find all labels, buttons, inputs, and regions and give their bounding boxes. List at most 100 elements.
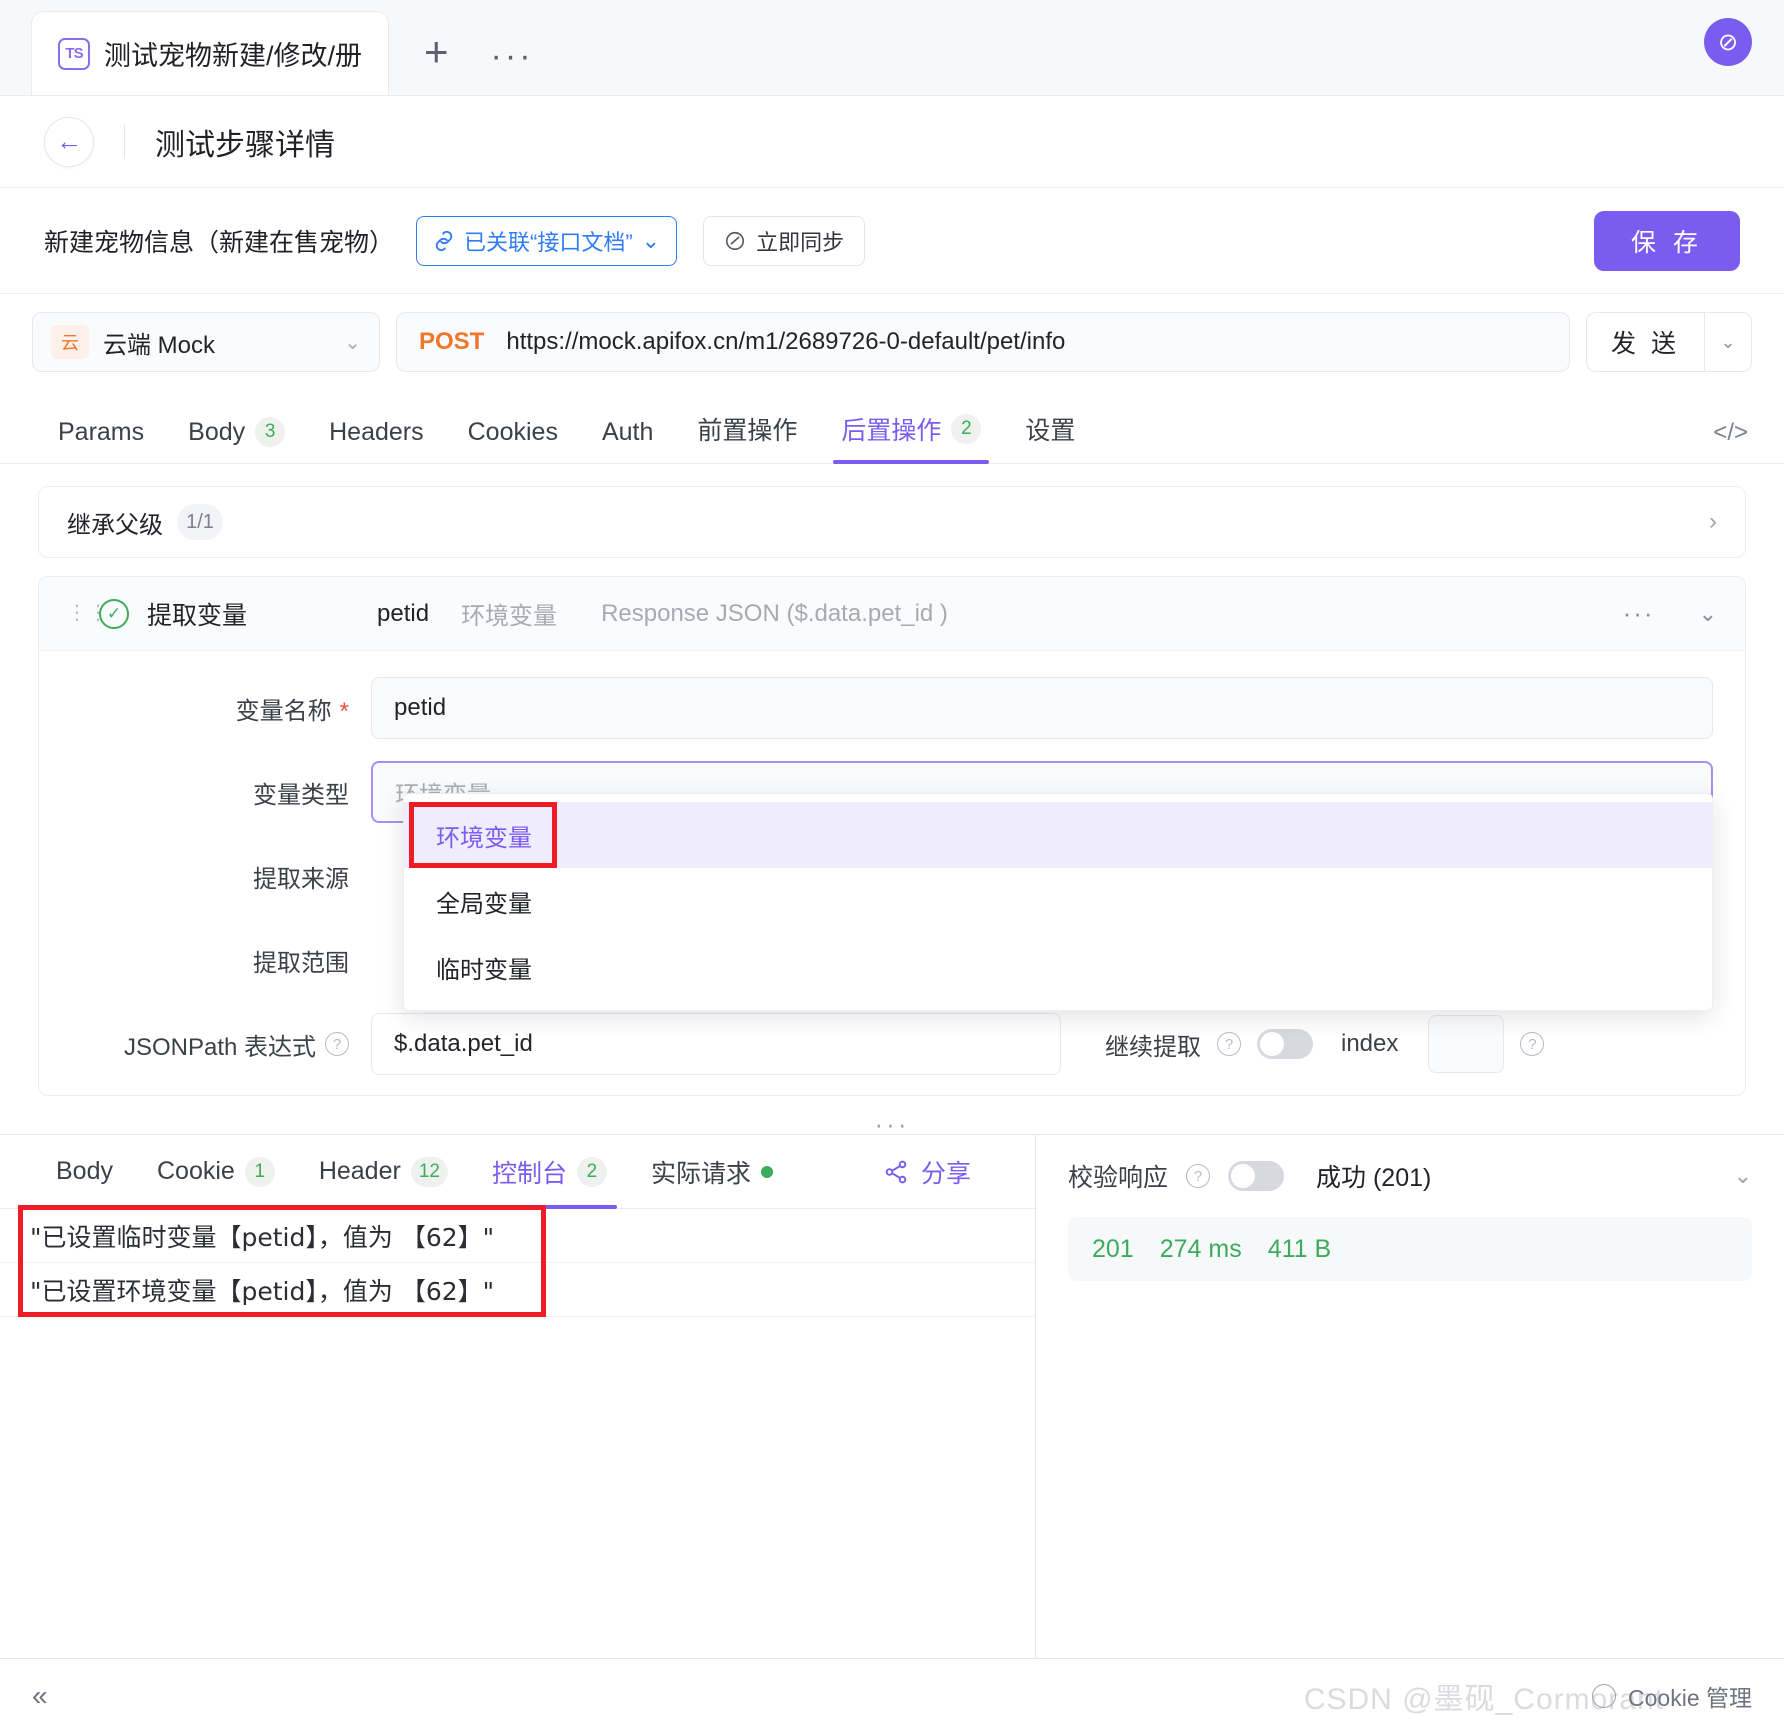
tab-params-label: Params — [58, 418, 144, 447]
back-arrow-icon[interactable]: ← — [44, 117, 94, 167]
page-header: ← 测试步骤详情 — [0, 96, 1784, 188]
help-icon[interactable]: ? — [1186, 1164, 1210, 1188]
panel-resize-handle[interactable]: ··· — [875, 1119, 910, 1129]
status-bar: « CSDN @墨砚_Cormorant Cookie 管理 — [0, 1658, 1784, 1732]
save-button[interactable]: 保 存 — [1594, 211, 1740, 271]
response-tab-body[interactable]: Body — [34, 1135, 135, 1209]
cookie-icon — [1592, 1684, 1616, 1708]
collapse-chevron-icon[interactable]: ⌄ — [1699, 601, 1717, 627]
drag-handle-icon[interactable]: ⋮⋮ — [67, 609, 81, 618]
continue-extract-label: 继续提取 — [1105, 1027, 1201, 1062]
jsonpath-label-wrap: JSONPath 表达式 ? — [71, 1027, 371, 1062]
inherit-parent-row[interactable]: 继承父级 1/1 › — [38, 486, 1746, 558]
response-tab-cookie-label: Cookie — [157, 1157, 235, 1186]
chevron-down-icon: ⌄ — [344, 330, 361, 355]
index-input[interactable] — [1428, 1015, 1504, 1073]
http-method: POST — [419, 328, 484, 356]
chevron-down-icon[interactable]: ⌄ — [1734, 1163, 1752, 1189]
new-tab-icon[interactable]: + — [424, 31, 449, 73]
response-tab-header-badge: 12 — [411, 1157, 448, 1187]
request-tab-bar: Params Body 3 Headers Cookies Auth 前置操作 … — [0, 390, 1784, 464]
extract-variable-card: ⋮⋮ ✓ 提取变量 petid 环境变量 Response JSON ($.da… — [38, 576, 1746, 1096]
response-tab-console[interactable]: 控制台 2 — [470, 1135, 629, 1209]
verify-response-toggle[interactable] — [1228, 1161, 1284, 1191]
test-scenario-icon: TS — [58, 38, 90, 70]
tab-post-operation[interactable]: 后置操作 2 — [819, 411, 1003, 463]
response-panel: ··· Body Cookie 1 Header 12 控制台 2 — [0, 1134, 1784, 1658]
jsonpath-label: JSONPath 表达式 — [124, 1027, 316, 1062]
extract-variable-name-summary: petid — [377, 600, 429, 628]
tab-settings[interactable]: 设置 — [1003, 411, 1097, 463]
environment-select[interactable]: 云 云端 Mock ⌄ — [32, 312, 380, 372]
response-tab-cookie[interactable]: Cookie 1 — [135, 1135, 297, 1209]
tab-cookies[interactable]: Cookies — [446, 418, 580, 463]
tab-body-badge: 3 — [255, 417, 285, 447]
response-tab-actual-request[interactable]: 实际请求 — [629, 1135, 795, 1209]
enabled-check-icon[interactable]: ✓ — [99, 599, 129, 629]
tab-params[interactable]: Params — [36, 418, 166, 463]
help-icon[interactable]: ? — [325, 1032, 349, 1056]
sync-icon — [724, 230, 746, 252]
cookie-manager-button[interactable]: Cookie 管理 — [1592, 1679, 1752, 1713]
tab-auth[interactable]: Auth — [580, 418, 675, 463]
index-label: index — [1341, 1030, 1398, 1058]
linked-doc-chip[interactable]: 已关联“接口文档” ⌄ — [416, 216, 677, 266]
sync-now-button[interactable]: 立即同步 — [703, 216, 865, 266]
help-icon[interactable]: ? — [1217, 1032, 1241, 1056]
code-view-icon[interactable]: </> — [1713, 419, 1748, 447]
variable-type-dropdown[interactable]: 环境变量 全局变量 临时变量 — [403, 793, 1713, 1011]
dropdown-option-environment-label: 环境变量 — [436, 818, 532, 853]
tab-body[interactable]: Body 3 — [166, 417, 307, 463]
avatar[interactable]: ⊘ — [1704, 18, 1752, 66]
response-tab-body-label: Body — [56, 1157, 113, 1186]
console-line: "已设置环境变量【petid】，值为 【62】" — [0, 1263, 1035, 1317]
tab-pre-operation-label: 前置操作 — [697, 411, 797, 447]
send-button[interactable]: 发 送 — [1586, 312, 1704, 372]
share-button[interactable]: 分享 — [883, 1154, 1001, 1190]
variable-name-value: petid — [394, 694, 446, 722]
chevron-down-icon: ⌄ — [642, 228, 660, 254]
extract-variable-title: 提取变量 — [147, 596, 247, 632]
help-icon[interactable]: ? — [1520, 1032, 1544, 1056]
dropdown-option-global[interactable]: 全局变量 — [404, 868, 1712, 934]
status-code: 201 — [1092, 1235, 1134, 1264]
response-time: 274 ms — [1160, 1235, 1242, 1264]
document-tab-label: 测试宠物新建/修改/册 — [104, 34, 362, 73]
more-options-icon[interactable]: ··· — [1623, 598, 1655, 629]
extract-scope-label: 提取范围 — [71, 943, 371, 978]
cloud-icon: 云 — [51, 325, 89, 359]
extract-variable-type-summary: 环境变量 — [461, 596, 557, 631]
collapse-sidebar-icon[interactable]: « — [32, 1680, 48, 1712]
page-title: 测试步骤详情 — [155, 120, 335, 164]
verify-response-row: 校验响应 ? 成功 (201) ⌄ — [1036, 1135, 1784, 1217]
tab-more-icon[interactable]: ··· — [491, 48, 534, 65]
api-name: 新建宠物信息（新建在售宠物） — [44, 223, 394, 259]
continue-extract-toggle[interactable] — [1257, 1029, 1313, 1059]
dropdown-option-environment[interactable]: 环境变量 — [404, 802, 1712, 868]
console-output: "已设置临时变量【petid】，值为 【62】" "已设置环境变量【petid】… — [0, 1209, 1035, 1658]
extract-source-label: 提取来源 — [71, 859, 371, 894]
response-tab-console-badge: 2 — [577, 1157, 607, 1187]
send-options-chevron-icon[interactable]: ⌄ — [1704, 312, 1752, 372]
tab-post-operation-label: 后置操作 — [841, 411, 941, 447]
environment-name: 云端 Mock — [103, 325, 215, 360]
tab-pre-operation[interactable]: 前置操作 — [675, 411, 819, 463]
jsonpath-input[interactable]: $.data.pet_id — [371, 1013, 1061, 1075]
extract-variable-header[interactable]: ⋮⋮ ✓ 提取变量 petid 环境变量 Response JSON ($.da… — [39, 577, 1745, 651]
extract-variable-source-summary: Response JSON ($.data.pet_id ) — [601, 600, 948, 628]
dropdown-option-temporary[interactable]: 临时变量 — [404, 934, 1712, 1000]
tab-body-label: Body — [188, 418, 245, 447]
jsonpath-row: JSONPath 表达式 ? $.data.pet_id 继续提取 ? inde… — [39, 1013, 1745, 1075]
tab-cookies-label: Cookies — [468, 418, 558, 447]
apifox-window: TS 测试宠物新建/修改/册 + ··· ⊘ ← 测试步骤详情 新建宠物信息（新… — [0, 0, 1784, 1732]
url-input[interactable]: POST https://mock.apifox.cn/m1/2689726-0… — [396, 312, 1570, 372]
verify-response-label: 校验响应 — [1068, 1158, 1168, 1194]
share-label: 分享 — [921, 1154, 971, 1190]
modified-dot-icon — [761, 1166, 773, 1178]
document-tab[interactable]: TS 测试宠物新建/修改/册 — [32, 12, 388, 95]
variable-type-label: 变量类型 — [71, 775, 371, 810]
response-tab-header[interactable]: Header 12 — [297, 1135, 470, 1209]
tab-headers[interactable]: Headers — [307, 418, 446, 463]
variable-name-input[interactable]: petid — [371, 677, 1713, 739]
api-meta-row: 新建宠物信息（新建在售宠物） 已关联“接口文档” ⌄ 立即同步 保 存 — [0, 188, 1784, 294]
